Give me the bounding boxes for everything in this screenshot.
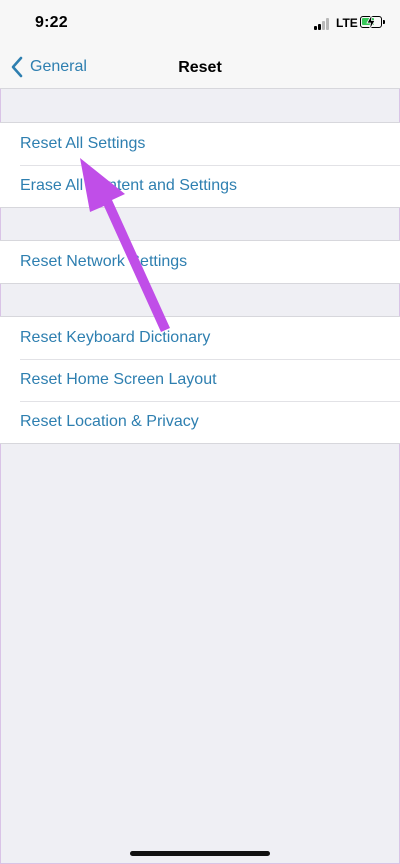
reset-network-settings-button[interactable]: Reset Network Settings [0, 241, 400, 283]
navigation-bar: General Reset [0, 46, 400, 89]
reset-group-general: Reset All Settings Erase All Content and… [0, 122, 400, 208]
row-label: Reset All Settings [20, 135, 146, 152]
home-indicator[interactable] [130, 851, 270, 856]
reset-location-privacy-button[interactable]: Reset Location & Privacy [0, 401, 400, 443]
charging-bolt-icon [366, 14, 376, 30]
reset-keyboard-dictionary-button[interactable]: Reset Keyboard Dictionary [0, 317, 400, 359]
reset-home-screen-layout-button[interactable]: Reset Home Screen Layout [0, 359, 400, 401]
reset-group-network: Reset Network Settings [0, 240, 400, 284]
reset-all-settings-button[interactable]: Reset All Settings [0, 123, 400, 165]
page-title: Reset [178, 59, 222, 76]
reset-group-other: Reset Keyboard Dictionary Reset Home Scr… [0, 316, 400, 444]
row-label: Reset Location & Privacy [20, 413, 199, 430]
network-type: LTE [336, 16, 358, 30]
row-label: Reset Home Screen Layout [20, 371, 217, 388]
row-label: Reset Keyboard Dictionary [20, 329, 211, 346]
battery-cap [383, 20, 385, 24]
erase-all-content-button[interactable]: Erase All Content and Settings [0, 165, 400, 207]
cellular-signal-icon [314, 18, 332, 30]
row-label: Erase All Content and Settings [20, 177, 238, 194]
status-time: 9:22 [35, 14, 68, 31]
status-bar: 9:22 LTE [0, 0, 400, 46]
row-label: Reset Network Settings [20, 253, 188, 270]
